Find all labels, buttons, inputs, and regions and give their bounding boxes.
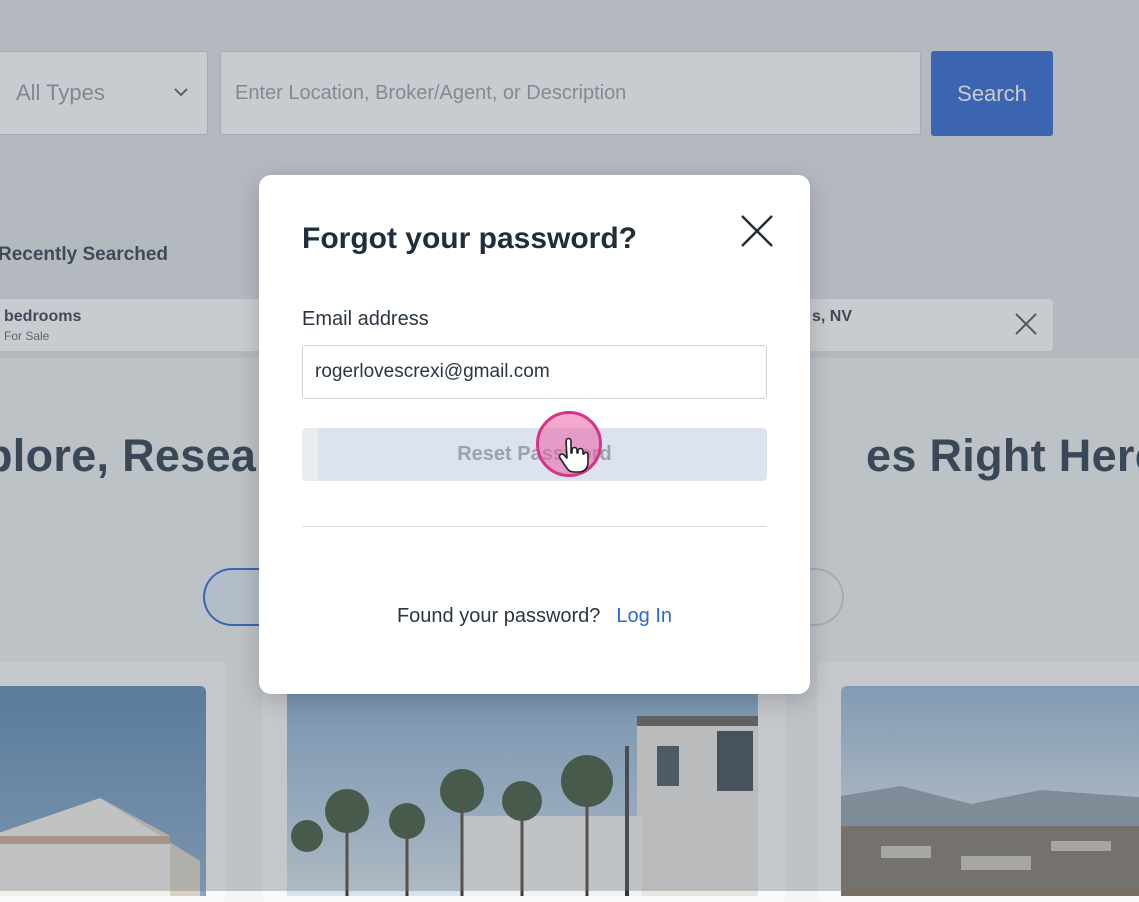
- divider: [302, 526, 767, 527]
- email-field[interactable]: [302, 345, 767, 399]
- email-label: Email address: [302, 308, 429, 330]
- log-in-link[interactable]: Log In: [616, 605, 672, 627]
- found-password-text: Found your password?: [396, 605, 601, 627]
- login-prompt: Found your password? Log In: [259, 605, 810, 628]
- hand-pointer-icon: [558, 437, 589, 473]
- forgot-password-dialog: Forgot your password? Email address Rese…: [259, 175, 810, 694]
- close-icon[interactable]: [737, 211, 777, 251]
- reset-password-button[interactable]: Reset Password: [302, 428, 767, 481]
- dialog-title: Forgot your password?: [302, 222, 638, 255]
